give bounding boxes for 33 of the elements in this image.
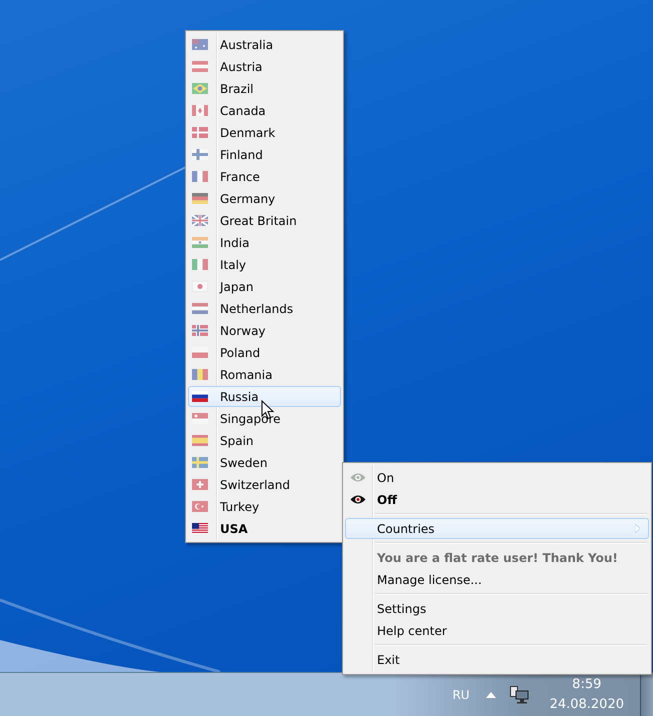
country-menu-item[interactable]: Italy [188, 254, 341, 275]
menu-item[interactable]: On [345, 467, 649, 488]
country-menu-item[interactable]: Norway [188, 320, 341, 341]
country-menu-item[interactable]: Brazil [188, 78, 341, 99]
country-menu-item[interactable]: Netherlands [188, 298, 341, 319]
country-menu-item[interactable]: Switzerland [188, 474, 341, 495]
country-menu-item[interactable]: Great Britain [188, 210, 341, 231]
country-menu-item[interactable]: Singapore [188, 408, 341, 429]
menu-item[interactable]: Exit [345, 649, 649, 670]
country-menu-item[interactable]: Denmark [188, 122, 341, 143]
clock-time: 8:59 [572, 676, 602, 694]
country-menu-item[interactable]: Romania [188, 364, 341, 385]
menu-item[interactable]: Settings [345, 598, 649, 619]
country-menu-item[interactable]: Turkey [188, 496, 341, 517]
country-menu-item[interactable]: Russia [188, 386, 341, 407]
country-menu-item[interactable]: Sweden [188, 452, 341, 473]
license-notice: You are a flat rate user! Thank You! [376, 550, 619, 566]
clock-date: 24.08.2020 [550, 696, 624, 714]
country-menu-item[interactable]: Germany [188, 188, 341, 209]
country-menu-item[interactable]: Spain [188, 430, 341, 451]
country-menu-item[interactable]: Poland [188, 342, 341, 363]
submenu-item[interactable]: Countries [345, 518, 649, 539]
country-menu-item[interactable]: Finland [188, 144, 341, 165]
country-menu-item[interactable]: India [188, 232, 341, 253]
country-menu-item[interactable]: Australia [188, 34, 341, 55]
country-menu-item[interactable]: France [188, 166, 341, 187]
menu-item[interactable]: Help center [345, 620, 649, 641]
menu-item[interactable]: Off [345, 489, 649, 510]
country-menu-item[interactable]: Japan [188, 276, 341, 297]
country-menu-item[interactable]: USA [188, 518, 341, 539]
menu-item[interactable]: Manage license... [345, 569, 649, 590]
country-menu-item[interactable]: Austria [188, 56, 341, 77]
country-menu-item[interactable]: Canada [188, 100, 341, 121]
